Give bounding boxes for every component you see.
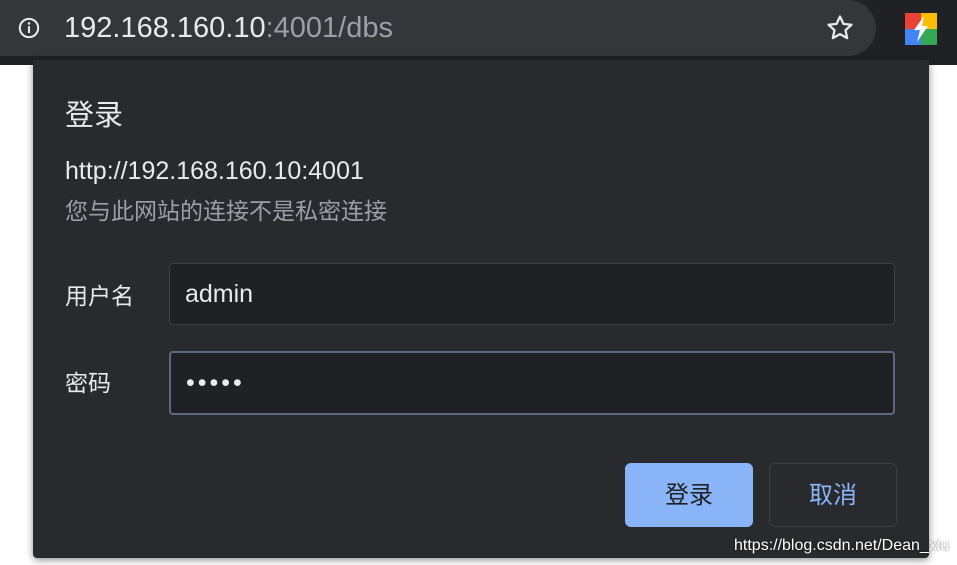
cancel-button[interactable]: 取消 [769,463,897,527]
info-icon[interactable] [18,17,40,39]
url-path: :4001/dbs [265,12,393,44]
username-label: 用户名 [65,284,134,310]
dialog-origin: http://192.168.160.10:4001 [65,157,364,185]
password-input[interactable]: ••••• [169,351,895,415]
password-label: 密码 [65,371,111,397]
watermark: https://blog.csdn.net/Dean_xiu [734,537,950,554]
username-input[interactable]: admin [169,263,895,325]
connection-warning: 您与此网站的连接不是私密连接 [65,199,387,225]
login-button[interactable]: 登录 [625,463,753,527]
url-text[interactable]: 192.168.160.10:4001/dbs [64,10,393,46]
browser-toolbar: 192.168.160.10:4001/dbs [0,0,957,65]
url-host: 192.168.160.10 [64,12,266,44]
star-icon[interactable] [825,13,855,43]
address-bar[interactable]: 192.168.160.10:4001/dbs [0,0,876,56]
http-auth-dialog: 登录 http://192.168.160.10:4001 您与此网站的连接不是… [33,60,929,558]
extension-icon[interactable] [905,13,937,45]
dialog-title: 登录 [65,98,124,132]
